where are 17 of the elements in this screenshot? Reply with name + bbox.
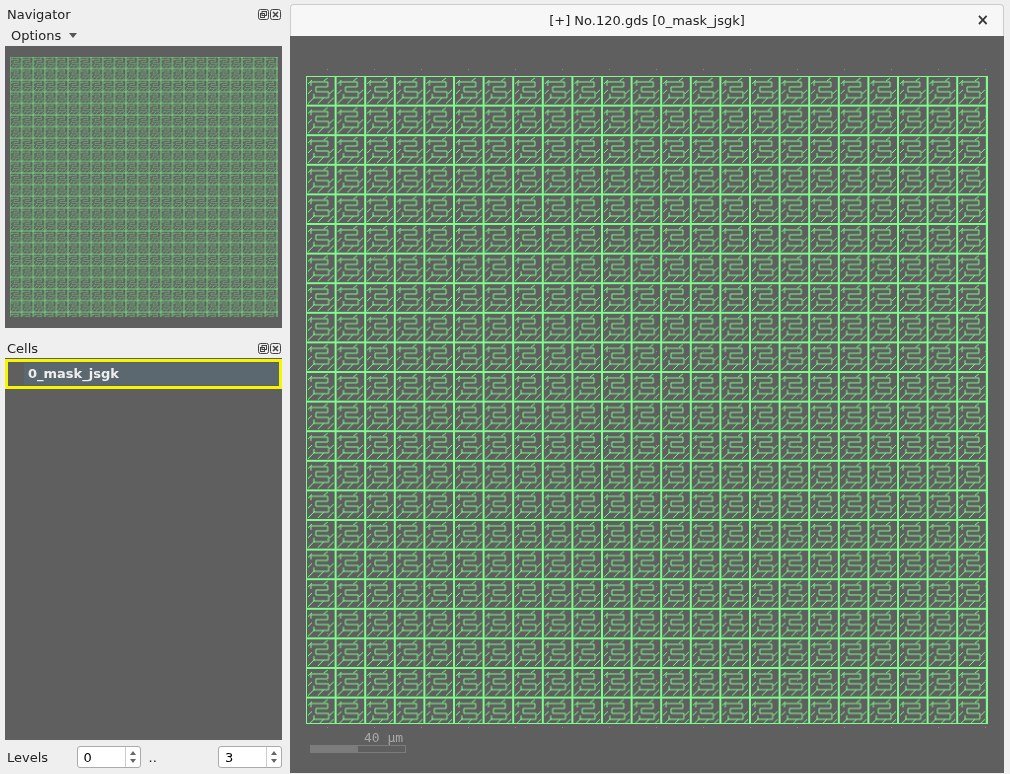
tab-title: [+] No.120.gds [0_mask_jsgk] — [549, 13, 745, 28]
layout-tab[interactable]: [+] No.120.gds [0_mask_jsgk] × — [290, 4, 1004, 36]
dropdown-caret-icon — [69, 32, 78, 38]
float-icon[interactable] — [258, 342, 269, 354]
level-spinbox[interactable]: 3 — [218, 746, 282, 768]
panel-title: Navigator — [7, 6, 71, 22]
close-button[interactable]: × — [976, 11, 989, 29]
options-menu[interactable]: Options — [4, 24, 84, 46]
level-spinbox[interactable]: 0 — [76, 746, 141, 768]
float-icon[interactable] — [258, 8, 269, 20]
close-icon[interactable] — [270, 8, 281, 20]
close-icon[interactable] — [270, 342, 281, 354]
range-separator: .. — [148, 749, 158, 765]
scale-label: 40 µm — [364, 730, 405, 745]
levels-label: Levels — [7, 749, 50, 765]
cell-tree-item[interactable]: 0_mask_jsgk — [5, 359, 282, 389]
panel-title: Cells — [7, 340, 39, 356]
